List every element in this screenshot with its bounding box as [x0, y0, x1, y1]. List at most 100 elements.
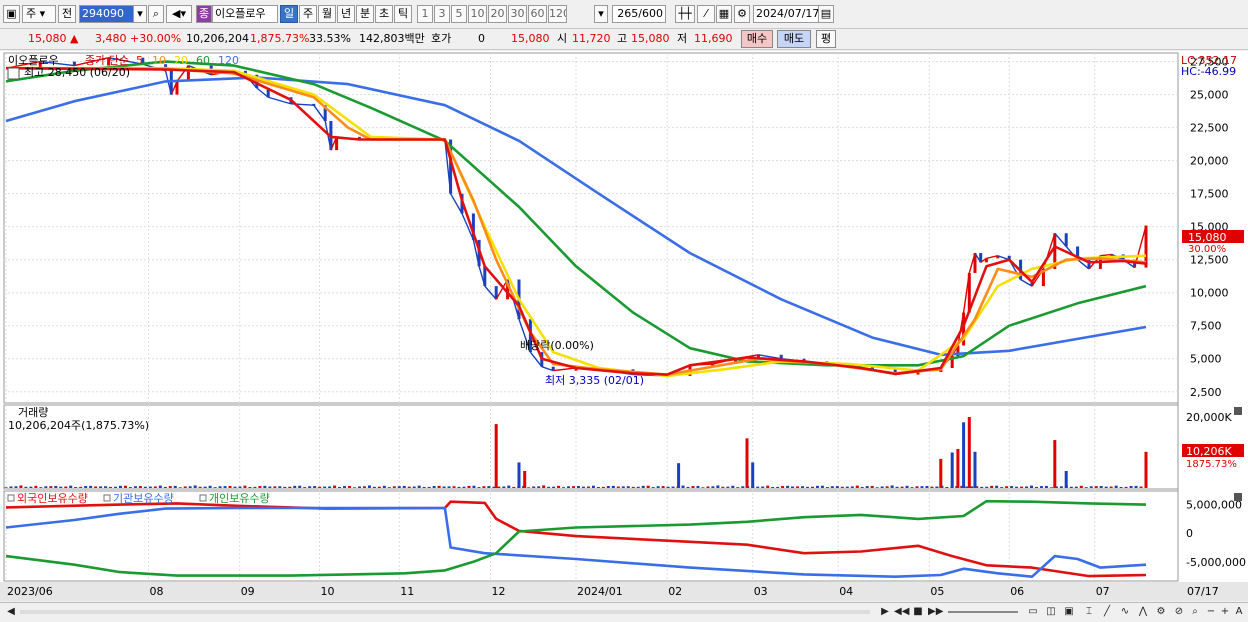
- zoom-slider[interactable]: [948, 611, 1018, 613]
- plus-icon[interactable]: +: [1218, 605, 1232, 619]
- volume-bar-166: [830, 486, 834, 488]
- volume-bar-197: [985, 486, 989, 488]
- low-price: 11,690: [694, 32, 733, 45]
- volume-bar-43: [218, 486, 222, 488]
- scroll-left-icon[interactable]: ◀: [4, 605, 18, 619]
- rewind-icon[interactable]: ◀◀: [894, 605, 909, 619]
- period-button-5[interactable]: 초: [375, 5, 393, 23]
- volume-bar-47: [238, 486, 242, 488]
- volume-bar-44: [223, 486, 227, 488]
- volume-bar-220: [1099, 486, 1103, 488]
- trend-icon[interactable]: ∿: [1118, 605, 1132, 619]
- volume-spike-4: [745, 438, 749, 488]
- speaker-icon[interactable]: ◀▾: [166, 5, 192, 23]
- gear-icon[interactable]: ⚙: [734, 5, 750, 23]
- volume-bar-165: [825, 487, 829, 488]
- interval-dropdown-icon[interactable]: ▾: [594, 5, 608, 23]
- stock-chart[interactable]: 27,50025,00022,50020,00017,50015,00012,5…: [0, 51, 1248, 601]
- volume-bar-216: [1079, 485, 1083, 488]
- eval-button[interactable]: 평: [816, 30, 836, 48]
- date-input[interactable]: 2024/07/17: [753, 5, 819, 23]
- interval-button-4[interactable]: 20: [488, 5, 507, 23]
- indicator-icon[interactable]: ⁄: [697, 5, 715, 23]
- line-draw-icon[interactable]: ╱: [1100, 605, 1114, 619]
- volume-spike-3: [677, 463, 681, 488]
- hoga-value: 0: [478, 32, 485, 45]
- font-icon[interactable]: A: [1232, 605, 1246, 619]
- interval-button-3[interactable]: 10: [468, 5, 487, 23]
- period-button-4[interactable]: 분: [356, 5, 374, 23]
- volume-bar-170: [850, 486, 854, 488]
- sell-button[interactable]: 매도: [777, 30, 811, 48]
- eraser-icon[interactable]: ⊘: [1172, 605, 1186, 619]
- volume-bar-206: [1030, 485, 1034, 488]
- volume-bar-35: [178, 487, 182, 488]
- stock-name[interactable]: 이오플로우: [212, 5, 278, 23]
- period-button-3[interactable]: 년: [337, 5, 355, 23]
- holding-panel-close-icon[interactable]: [1234, 493, 1242, 501]
- layout-icon[interactable]: ▣: [3, 5, 20, 23]
- holding-legend-marker-1: [103, 494, 111, 502]
- volume-info: 10,206,204주(1,875.73%): [8, 419, 149, 432]
- candle-type-icon[interactable]: ┼┼: [675, 5, 695, 23]
- volume-spike-8: [956, 448, 960, 488]
- volume-bar-28: [143, 486, 147, 488]
- volume-bar-37: [188, 486, 192, 488]
- price-value: 15,080: [28, 32, 67, 45]
- volume-bar-178: [890, 485, 894, 488]
- volume-bar-27: [138, 486, 142, 488]
- horizontal-scrollbar[interactable]: [20, 610, 870, 614]
- chevron-down-icon[interactable]: ▾: [133, 5, 147, 23]
- stock-code-input[interactable]: 294090: [79, 5, 135, 23]
- stop-icon[interactable]: ■: [911, 605, 925, 619]
- interval-button-6[interactable]: 60: [528, 5, 547, 23]
- volume-panel-close-icon[interactable]: [1234, 407, 1242, 415]
- minus-icon[interactable]: −: [1204, 605, 1218, 619]
- layout-toggle-icon[interactable]: ▣: [1062, 605, 1076, 619]
- interval-button-1[interactable]: 3: [434, 5, 450, 23]
- pattern-icon[interactable]: ⋀: [1136, 605, 1150, 619]
- count-input[interactable]: 265/600: [612, 5, 666, 23]
- volume-bar-200: [1000, 487, 1004, 488]
- volume-bar-201: [1005, 486, 1009, 488]
- period-button-1[interactable]: 주: [299, 5, 317, 23]
- save-icon[interactable]: ▦: [716, 5, 732, 23]
- zoom-out-icon[interactable]: ▭: [1026, 605, 1040, 619]
- volume-bar-107: [537, 486, 541, 488]
- volume-bar-30: [153, 486, 157, 488]
- volume-bar-50: [253, 486, 257, 488]
- compare-button[interactable]: 전: [58, 5, 76, 23]
- low-label: 저: [677, 32, 688, 45]
- volume-bar-164: [820, 485, 824, 488]
- period-button-0[interactable]: 일: [280, 5, 298, 23]
- high-price: 15,080: [631, 32, 670, 45]
- forward-icon[interactable]: ▶▶: [928, 605, 943, 619]
- buy-button[interactable]: 매수: [741, 30, 773, 48]
- market-select[interactable]: 주 ▾: [22, 5, 56, 23]
- volume-bar-1: [9, 486, 13, 488]
- holding-legend-marker-2: [199, 494, 207, 502]
- split-icon[interactable]: ◫: [1044, 605, 1058, 619]
- interval-button-5[interactable]: 30: [508, 5, 527, 23]
- ruler-icon[interactable]: ⌶: [1082, 605, 1096, 619]
- panel-icon[interactable]: [7, 67, 20, 80]
- volume-bar-142: [711, 486, 715, 488]
- settings-draw-icon[interactable]: ⚙: [1154, 605, 1168, 619]
- interval-button-2[interactable]: 5: [451, 5, 467, 23]
- search-icon[interactable]: ⌕: [148, 5, 164, 23]
- calendar-icon[interactable]: ▤: [818, 5, 834, 23]
- volume-bar-134: [671, 486, 675, 488]
- volume-bar-227: [1134, 485, 1138, 488]
- interval-button-7[interactable]: 120: [548, 5, 567, 23]
- volume-bar-99: [497, 486, 501, 488]
- turnover: 33.53%: [309, 32, 351, 45]
- volume-bar-8: [44, 486, 48, 488]
- interval-button-0[interactable]: 1: [417, 5, 433, 23]
- up-arrow-icon: ▲: [66, 32, 79, 45]
- hc-label: HC:-46.99: [1181, 65, 1236, 78]
- magnify-icon[interactable]: ⌕: [1188, 605, 1202, 619]
- volume-bar-159: [796, 486, 800, 488]
- period-button-2[interactable]: 월: [318, 5, 336, 23]
- scroll-right-icon[interactable]: ▶: [878, 605, 892, 619]
- period-button-6[interactable]: 틱: [394, 5, 412, 23]
